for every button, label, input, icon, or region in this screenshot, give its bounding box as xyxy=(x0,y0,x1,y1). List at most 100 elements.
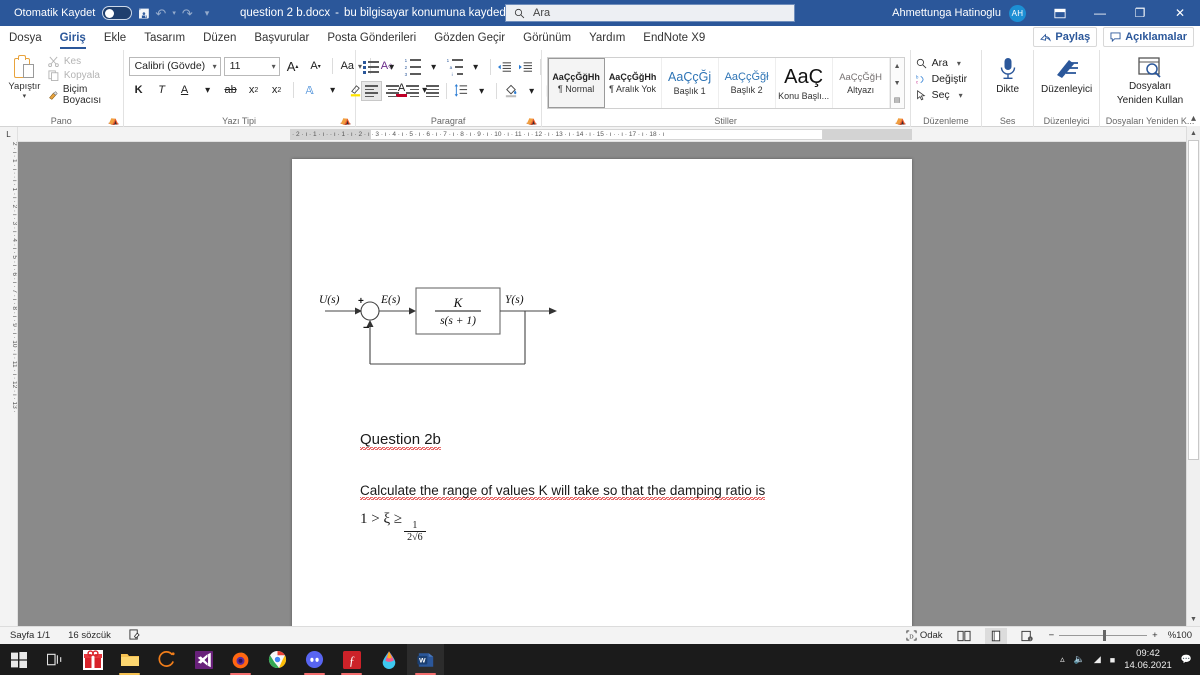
underline-button[interactable]: A xyxy=(175,80,195,100)
zoom-out-button[interactable]: − xyxy=(1049,630,1055,641)
document-vertical-scrollbar[interactable]: ▲ ▼ xyxy=(1186,126,1200,626)
shading-dropdown-icon[interactable]: ▾ xyxy=(522,81,542,101)
document-body[interactable]: K s(s + 1) U(s) + − E(s) Y(s) Question 2… xyxy=(292,159,912,626)
show-hidden-icons-icon[interactable]: ▵ xyxy=(1060,654,1065,665)
battery-icon[interactable]: ■ xyxy=(1110,655,1115,665)
taskbar-item-gift[interactable] xyxy=(74,644,111,675)
text-effects-button[interactable]: 𝔸 xyxy=(300,80,320,100)
line-spacing-dropdown-icon[interactable]: ▾ xyxy=(472,81,492,101)
proofing-status-icon[interactable] xyxy=(129,628,140,643)
document-title-area[interactable]: question 2 b.docx - bu bilgisayar konumu… xyxy=(240,0,528,26)
taskbar-item-firefox[interactable] xyxy=(222,644,259,675)
line-spacing-button[interactable] xyxy=(451,81,471,101)
undo-icon[interactable]: ↶ xyxy=(155,7,166,20)
chevron-down-icon[interactable]: ▾ xyxy=(272,62,276,71)
search-box[interactable]: Ara xyxy=(505,4,795,22)
style-normal[interactable]: AaÇçĞğHh ¶ Normal xyxy=(547,58,605,108)
taskbar-item-word[interactable]: W xyxy=(407,644,444,675)
decrease-indent-button[interactable] xyxy=(495,57,515,77)
web-layout-button[interactable]: i xyxy=(1017,628,1039,644)
style-heading-1[interactable]: AaÇçĞj Başlık 1 xyxy=(662,58,719,108)
tab-gozden-gecir[interactable]: Gözden Geçir xyxy=(425,26,514,50)
feedback-control-block-diagram[interactable]: K s(s + 1) U(s) + − E(s) Y(s) xyxy=(317,274,567,379)
scrollbar-thumb[interactable] xyxy=(1188,140,1199,460)
share-button[interactable]: Paylaş xyxy=(1033,27,1098,47)
tab-ekle[interactable]: Ekle xyxy=(95,26,135,50)
strikethrough-button[interactable]: ab xyxy=(221,80,241,100)
text-effects-dropdown-icon[interactable]: ▾ xyxy=(323,80,343,100)
find-dropdown-icon[interactable]: ▾ xyxy=(957,59,961,68)
page-number-status[interactable]: Sayfa 1/1 xyxy=(10,630,50,641)
collapse-ribbon-icon[interactable]: ▴ xyxy=(1191,113,1196,124)
styles-scroll-down-icon[interactable]: ▼ xyxy=(891,75,904,92)
wifi-icon[interactable]: ◢ xyxy=(1094,654,1101,665)
close-button[interactable]: ✕ xyxy=(1160,0,1200,26)
font-name-combo[interactable]: Calibri (Gövde) ▾ xyxy=(128,56,221,76)
ribbon-display-options-icon[interactable] xyxy=(1040,0,1080,26)
styles-scroll-up-icon[interactable]: ▲ xyxy=(891,58,904,75)
chevron-down-icon[interactable]: ▾ xyxy=(213,62,217,71)
scroll-up-icon[interactable]: ▲ xyxy=(1187,126,1200,140)
shading-button[interactable] xyxy=(501,81,521,101)
multilevel-list-dropdown-icon[interactable]: ▾ xyxy=(466,57,486,77)
read-mode-button[interactable] xyxy=(953,628,975,644)
italic-button[interactable]: T xyxy=(152,80,172,100)
autosave-toggle[interactable]: Otomatik Kaydet xyxy=(14,6,133,20)
tab-tasarim[interactable]: Tasarım xyxy=(135,26,194,50)
customize-quick-access-icon[interactable]: ▾ xyxy=(205,8,210,18)
undo-dropdown-icon[interactable]: ▾ xyxy=(172,10,176,17)
scroll-down-icon[interactable]: ▼ xyxy=(1187,612,1200,626)
avatar[interactable]: AH xyxy=(1009,4,1026,22)
taskbar-item-file-explorer[interactable] xyxy=(111,644,148,675)
zoom-in-button[interactable]: + xyxy=(1152,630,1158,641)
styles-gallery-scrollbar[interactable]: ▲ ▼ ▤ xyxy=(889,58,904,108)
taskbar-item-maya[interactable] xyxy=(148,644,185,675)
save-icon[interactable]: 🖪 xyxy=(138,7,149,20)
subscript-button[interactable]: x2 xyxy=(244,80,264,100)
bold-button[interactable]: K xyxy=(129,80,149,100)
align-center-button[interactable] xyxy=(383,82,402,100)
cut-button[interactable]: Kes xyxy=(48,56,118,67)
bullets-dropdown-icon[interactable]: ▾ xyxy=(382,57,402,77)
increase-indent-button[interactable] xyxy=(516,57,536,77)
tab-giris[interactable]: Giriş xyxy=(51,26,95,50)
select-dropdown-icon[interactable]: ▾ xyxy=(959,91,963,100)
underline-dropdown-icon[interactable]: ▾ xyxy=(198,80,218,100)
replace-button[interactable]: b c Değiştir xyxy=(916,73,968,85)
tab-basvurular[interactable]: Başvurular xyxy=(245,26,318,50)
paste-button[interactable]: Yapıştır ▾ xyxy=(5,53,44,100)
comments-button[interactable]: Açıklamalar xyxy=(1103,27,1194,47)
page-title[interactable]: Question 2b xyxy=(360,431,441,450)
taskbar-item-chrome[interactable] xyxy=(259,644,296,675)
zoom-slider[interactable]: − + xyxy=(1049,630,1158,641)
zoom-level[interactable]: %100 xyxy=(1168,630,1192,641)
autosave-switch[interactable] xyxy=(102,6,133,20)
style-subtitle[interactable]: AaÇçĞğH Altyazı xyxy=(833,58,890,108)
shrink-font-button[interactable]: A ▾ xyxy=(306,56,326,76)
font-dialog-launcher-icon[interactable]: ⛺ xyxy=(340,115,351,126)
select-button[interactable]: Seç ▾ xyxy=(916,89,968,101)
style-title[interactable]: AaÇ Konu Başlı... xyxy=(776,58,833,108)
notifications-icon[interactable]: 💬 xyxy=(1181,654,1192,665)
align-right-button[interactable] xyxy=(403,82,422,100)
taskbar-item-visual-studio[interactable] xyxy=(185,644,222,675)
word-count-status[interactable]: 16 sözcük xyxy=(68,630,111,641)
tab-duzen[interactable]: Düzen xyxy=(194,26,245,50)
zoom-track[interactable] xyxy=(1059,630,1148,641)
style-no-spacing[interactable]: AaÇçĞğHh ¶ Aralık Yok xyxy=(605,58,662,108)
style-heading-2[interactable]: AaÇçĞğł Başlık 2 xyxy=(719,58,776,108)
account-name[interactable]: Ahmettunga Hatinoglu xyxy=(892,7,1001,19)
tab-posta-gonderileri[interactable]: Posta Gönderileri xyxy=(318,26,425,50)
bullets-button[interactable] xyxy=(361,57,381,77)
editor-button[interactable]: Düzenleyici xyxy=(1039,53,1094,96)
taskbar-item-discord[interactable] xyxy=(296,644,333,675)
vertical-ruler[interactable]: 2 · ı · 1 · ı · · ı · 1 · ı · 2 · ı · 3 … xyxy=(0,142,18,626)
tab-endnote[interactable]: EndNote X9 xyxy=(634,26,714,50)
maximize-button[interactable]: ❐ xyxy=(1120,0,1160,26)
zoom-thumb[interactable] xyxy=(1103,630,1107,641)
start-button[interactable] xyxy=(0,644,37,675)
tab-gorunum[interactable]: Görünüm xyxy=(514,26,580,50)
format-painter-button[interactable]: Biçim Boyacısı xyxy=(48,84,118,106)
clock[interactable]: 09:42 14.06.2021 xyxy=(1124,648,1172,672)
volume-icon[interactable]: 🔈 xyxy=(1074,654,1085,665)
